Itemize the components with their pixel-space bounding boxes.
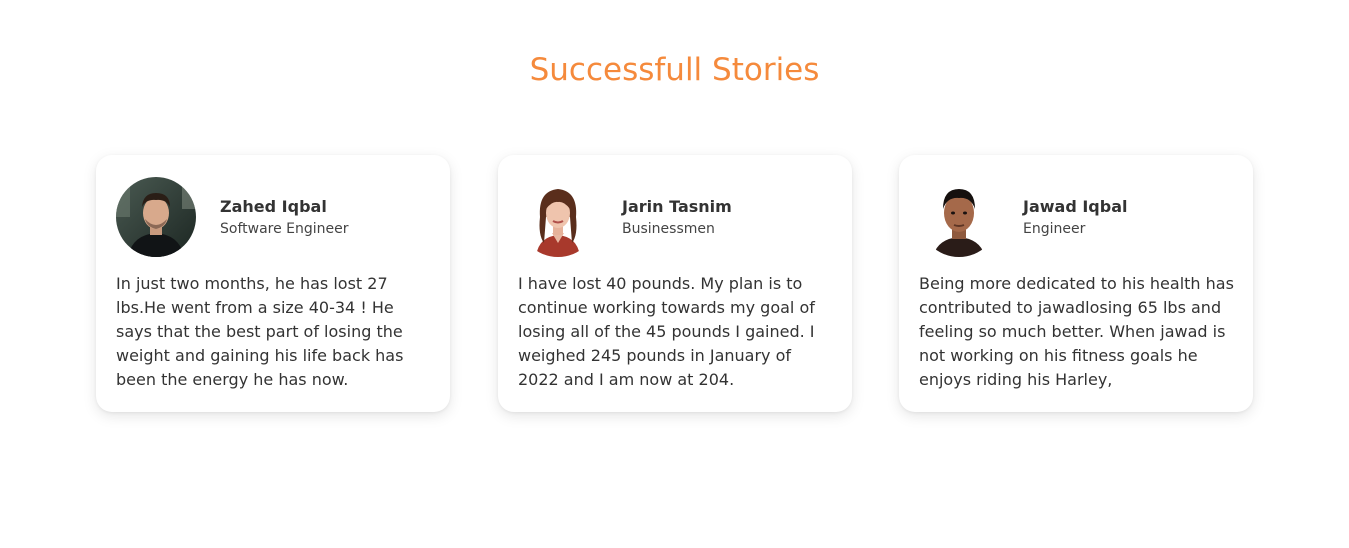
story-text: I have lost 40 pounds. My plan is to con… [518, 274, 815, 389]
person-name: Jarin Tasnim [622, 197, 732, 216]
person-role: Software Engineer [220, 221, 349, 237]
person-role: Businessmen [622, 221, 715, 237]
avatar [518, 177, 598, 257]
person-name: Jawad Iqbal [1023, 197, 1128, 216]
story-text: In just two months, he has lost 27 lbs.H… [116, 274, 404, 389]
avatar [116, 177, 196, 257]
section-title: Successfull Stories [529, 52, 820, 88]
testimonial-card: Jawad Iqbal Engineer Being more dedicate… [899, 155, 1253, 412]
story-text: Being more dedicated to his health has c… [919, 274, 1234, 389]
testimonial-card: Jarin Tasnim Businessmen I have lost 40 … [498, 155, 852, 412]
person-role: Engineer [1023, 221, 1086, 237]
avatar [919, 177, 999, 257]
testimonial-card: Zahed Iqbal Software Engineer In just tw… [96, 155, 450, 412]
person-name: Zahed Iqbal [220, 197, 327, 216]
